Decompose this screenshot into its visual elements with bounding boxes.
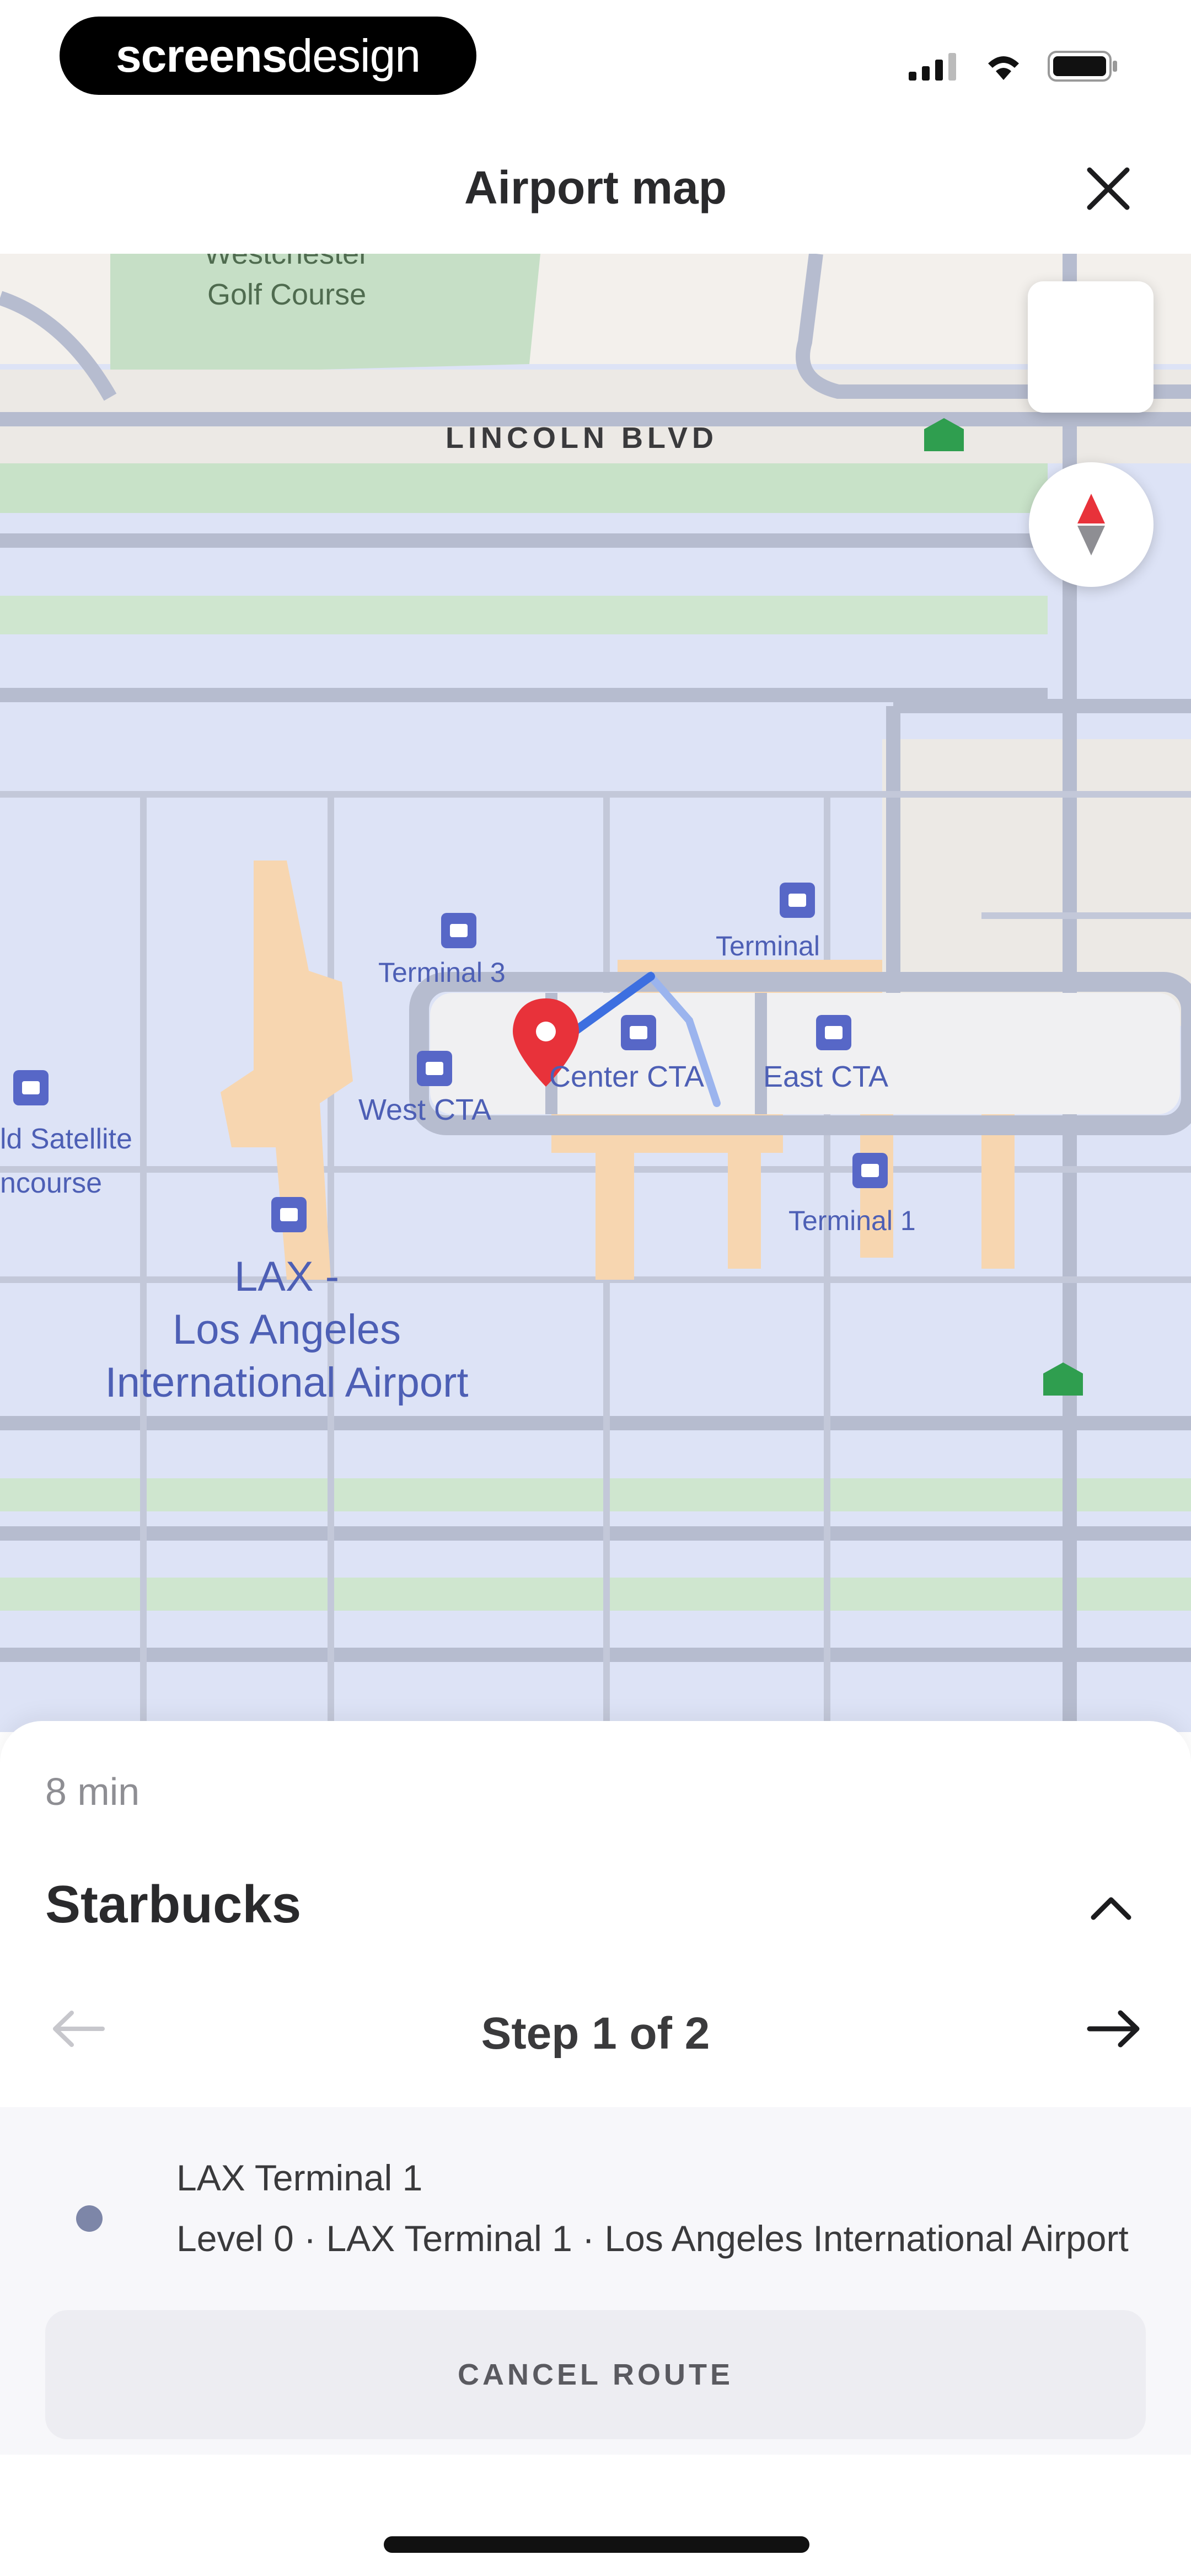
terminal-label: Terminal — [716, 931, 820, 961]
satellite-label-line1: ld Satellite — [0, 1123, 132, 1155]
center-cta-label: Center CTA — [549, 1060, 704, 1093]
arrow-right-icon — [1087, 2010, 1140, 2048]
map-canvas[interactable]: Westchester Golf Course LINCOLN BLVD Ter… — [0, 254, 1191, 1732]
brand-logo: screens design — [60, 17, 476, 95]
close-button[interactable] — [1075, 156, 1141, 222]
golf-course-label-line1: Westchester — [204, 254, 369, 270]
east-cta-label: East CTA — [763, 1060, 888, 1093]
step-indicator: Step 1 of 2 — [481, 2008, 710, 2059]
satellite-label-line2: ncourse — [0, 1167, 102, 1199]
wifi-icon — [988, 56, 1019, 80]
terminal-1-label: Terminal 1 — [788, 1205, 916, 1236]
exit-marker — [1043, 1362, 1083, 1396]
close-icon — [1087, 167, 1130, 210]
golf-course-area — [110, 254, 540, 375]
status-icons — [909, 51, 1119, 82]
battery-icon — [1048, 51, 1117, 82]
step-subtitle: Level 0 · LAX Terminal 1 · Los Angeles I… — [176, 2218, 1129, 2259]
airport-map[interactable]: Westchester Golf Course LINCOLN BLVD Ter… — [0, 254, 1191, 1732]
step-dot-icon — [76, 2205, 103, 2232]
brand-logo-light: design — [287, 29, 421, 82]
destination-title: Starbucks — [45, 1875, 302, 1934]
home-indicator — [384, 2536, 809, 2553]
page-title: Airport map — [464, 162, 727, 213]
chevron-up-icon — [1091, 1897, 1131, 1920]
route-sheet: 8 min Starbucks Step 1 of 2 LAX Terminal… — [0, 1721, 1191, 2576]
airport-label-line1: LAX - — [234, 1253, 339, 1300]
compass-icon — [1077, 494, 1105, 555]
airport-label-line2: Los Angeles — [173, 1306, 401, 1353]
map-layers-button[interactable] — [1028, 281, 1154, 413]
header: Airport map — [0, 127, 1191, 254]
street-label: LINCOLN BLVD — [446, 421, 718, 455]
airport-label-line3: International Airport — [105, 1359, 468, 1406]
west-cta-label: West CTA — [358, 1093, 491, 1126]
compass-button[interactable] — [1029, 462, 1154, 587]
collapse-button[interactable] — [1081, 1878, 1141, 1938]
status-bar: screens design — [0, 0, 1191, 127]
terminal-3-label: Terminal 3 — [378, 957, 506, 988]
golf-course-label-line2: Golf Course — [207, 278, 366, 311]
step-title: LAX Terminal 1 — [176, 2157, 423, 2198]
cellular-icon — [909, 53, 956, 81]
brand-logo-bold: screens — [115, 29, 288, 82]
cancel-route-button[interactable]: CANCEL ROUTE — [45, 2310, 1146, 2439]
eta-text: 8 min — [45, 1770, 140, 1813]
next-step-button[interactable] — [1081, 1996, 1147, 2062]
